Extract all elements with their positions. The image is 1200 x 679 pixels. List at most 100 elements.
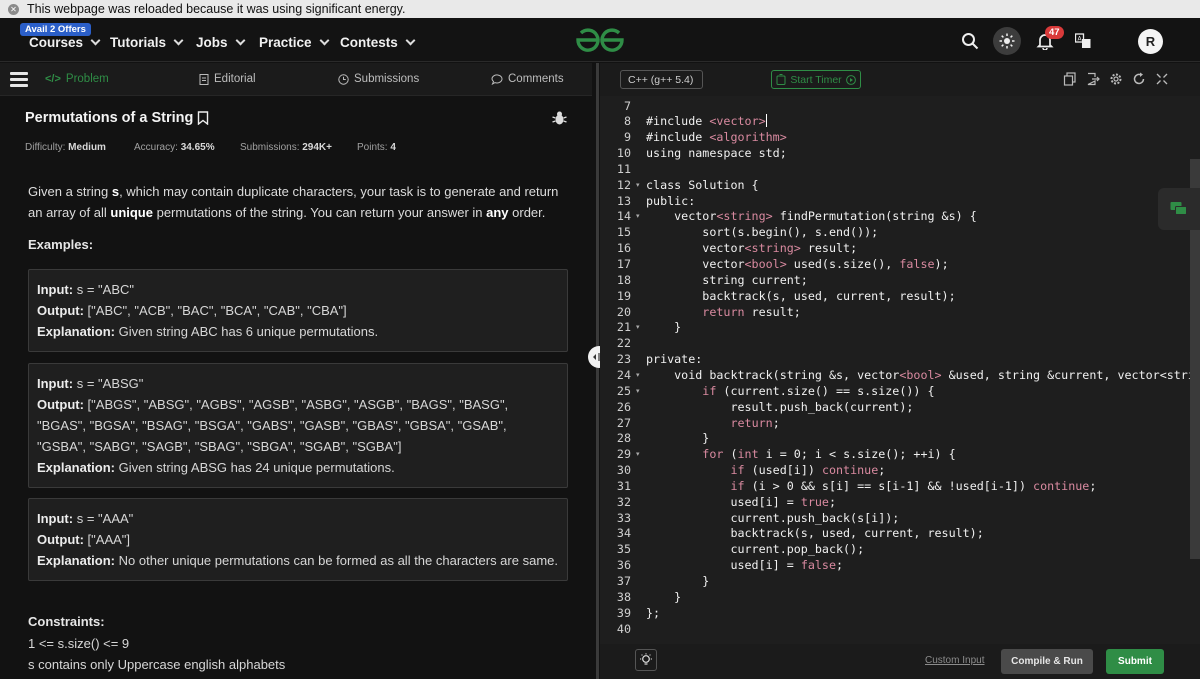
line-number: 8: [623, 114, 631, 129]
code-editor[interactable]: 1789101112▾1314▾15161718192021▾222324▾25…: [600, 96, 1200, 644]
line-number: 36: [616, 558, 631, 573]
line-number: 35: [616, 542, 631, 557]
desc-part: order.: [508, 205, 546, 220]
tab-editorial[interactable]: Editorial: [199, 73, 256, 85]
tab-problem[interactable]: </> Problem: [45, 73, 109, 85]
accuracy-label: Accuracy:: [134, 142, 178, 153]
copy-icon[interactable]: [1063, 72, 1077, 86]
banner-text: This webpage was reloaded because it was…: [27, 2, 406, 16]
output-label: Output:: [37, 532, 84, 547]
line-number: 21: [616, 320, 631, 335]
code-line: current.pop_back();: [646, 542, 865, 557]
code-line: }: [646, 589, 682, 604]
tab-submissions-label: Submissions: [354, 73, 420, 85]
energy-banner: ✕ This webpage was reloaded because it w…: [0, 0, 1200, 18]
document-icon: [199, 73, 209, 85]
points-meta: Points: 4: [357, 142, 396, 153]
example-explanation: Explanation: Given string ABC has 6 uniq…: [37, 321, 559, 342]
start-timer-button[interactable]: Start Timer: [771, 70, 861, 89]
search-icon[interactable]: [957, 28, 983, 54]
explanation-label: Explanation:: [37, 460, 116, 475]
input-value: s = "ABSG": [76, 376, 144, 391]
nav-jobs[interactable]: Jobs: [196, 35, 245, 50]
chevron-down-icon: [319, 35, 329, 46]
settings-icon[interactable]: [1109, 72, 1123, 86]
nav-practice[interactable]: Practice: [259, 35, 329, 50]
nav-courses[interactable]: Courses: [29, 35, 101, 50]
language-select[interactable]: C++ (g++ 5.4): [620, 70, 703, 89]
editor-footer: Custom Input Compile & Run Submit: [600, 644, 1200, 679]
brightness-icon: [994, 28, 1020, 54]
code-line: class Solution {: [646, 177, 759, 192]
line-number: 40: [616, 621, 631, 636]
accuracy-meta: Accuracy: 34.65%: [134, 142, 215, 153]
input-value: s = "ABC": [76, 282, 134, 297]
example-output: Output: ["ABC", "ACB", "BAC", "BCA", "CA…: [37, 300, 559, 321]
bookmark-icon[interactable]: [197, 111, 209, 125]
difficulty-label: Difficulty:: [25, 142, 66, 153]
chevron-down-icon: [235, 35, 245, 46]
tab-comments[interactable]: Comments: [491, 73, 564, 85]
line-number: 37: [616, 574, 631, 588]
input-value: s = "AAA": [76, 511, 134, 526]
problem-tabbar: </> Problem Editorial Submissions Commen…: [0, 63, 592, 96]
menu-icon[interactable]: [10, 72, 28, 87]
output-label: Output:: [37, 397, 84, 412]
submit-button[interactable]: Submit: [1106, 649, 1164, 674]
problem-title: Permutations of a String: [25, 110, 194, 126]
input-label: Input:: [37, 282, 74, 297]
panel-divider[interactable]: [596, 63, 599, 679]
line-number: 11: [616, 161, 631, 176]
export-icon[interactable]: [1086, 72, 1100, 86]
input-label: Input:: [37, 376, 74, 391]
fold-arrow-icon[interactable]: ▾: [636, 450, 640, 458]
lightbulb-icon[interactable]: [635, 649, 657, 671]
compile-run-button[interactable]: Compile & Run: [1001, 649, 1093, 674]
code-line: void backtrack(string &s, vector<bool> &…: [646, 367, 1200, 382]
output-value: ["ABC", "ACB", "BAC", "BCA", "CAB", "CBA…: [87, 303, 347, 318]
fold-arrow-icon[interactable]: ▾: [636, 387, 640, 395]
close-banner-icon[interactable]: ✕: [8, 3, 19, 15]
desc-bold: any: [486, 205, 509, 220]
code-icon: </>: [45, 73, 61, 85]
accuracy-value: 34.65%: [180, 142, 215, 153]
line-number: 30: [616, 463, 631, 478]
nav-tutorials[interactable]: Tutorials: [110, 35, 184, 50]
explanation-value: Given string ABSG has 24 unique permutat…: [118, 460, 395, 475]
fullscreen-icon[interactable]: [1155, 72, 1169, 86]
nav-tutorials-label: Tutorials: [110, 35, 167, 50]
nav-courses-label: Courses: [29, 35, 84, 50]
fold-arrow-icon[interactable]: ▾: [636, 371, 640, 379]
tab-comments-label: Comments: [508, 73, 564, 85]
line-number: 32: [616, 494, 631, 509]
fold-arrow-icon[interactable]: ▾: [636, 323, 640, 331]
fold-arrow-icon[interactable]: ▾: [636, 181, 640, 189]
desc-bold: unique: [110, 205, 153, 220]
code-line: }: [646, 574, 710, 588]
line-number: 9: [623, 130, 631, 145]
nav-contests-label: Contests: [340, 35, 398, 50]
chat-button[interactable]: [1158, 188, 1200, 230]
translate-icon[interactable]: A: [1070, 28, 1096, 54]
tab-submissions[interactable]: Submissions: [338, 73, 419, 85]
points-label: Points:: [357, 142, 388, 153]
example-input: Input: s = "AAA": [37, 508, 559, 529]
gfg-logo[interactable]: [574, 26, 626, 54]
code-line: current.push_back(s[i]);: [646, 510, 900, 525]
notification-count: 47: [1045, 26, 1064, 39]
nav-contests[interactable]: Contests: [340, 35, 416, 50]
bug-report-icon[interactable]: [552, 110, 567, 126]
custom-input-link[interactable]: Custom Input: [925, 655, 984, 666]
code-line: for (int i = 0; i < s.size(); ++i) {: [702, 447, 956, 462]
fold-arrow-icon[interactable]: ▾: [636, 212, 640, 220]
line-number: 13: [616, 193, 631, 208]
desc-part: permutations of the string. You can retu…: [152, 205, 487, 220]
reset-icon[interactable]: [1132, 72, 1146, 86]
line-number: 24: [616, 367, 631, 382]
line-number: 19: [616, 288, 631, 303]
chevron-down-icon: [405, 35, 416, 46]
example-explanation: Explanation: Given string ABSG has 24 un…: [37, 457, 559, 478]
line-number: 27: [616, 415, 631, 430]
avatar[interactable]: R: [1138, 29, 1163, 54]
code-line: #include <vector>: [646, 114, 767, 129]
